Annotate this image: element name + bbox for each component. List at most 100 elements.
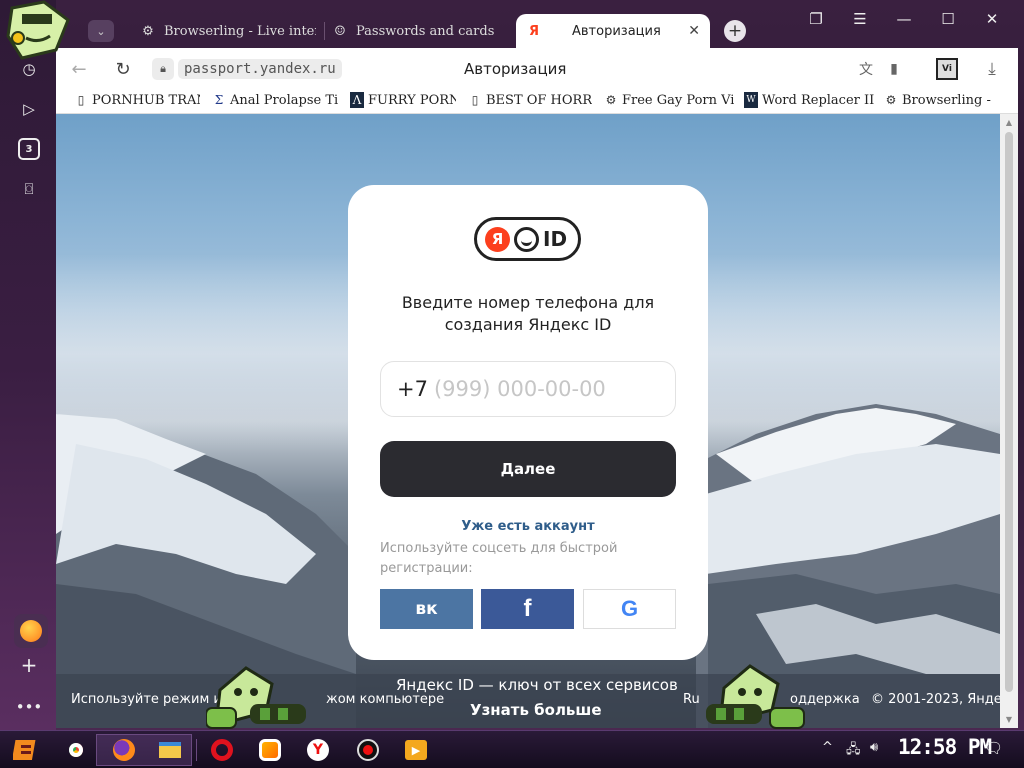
browser-sidebar: ◷ ▷ 3 ⌼ + ••• bbox=[0, 0, 56, 730]
extension-icon[interactable]: Vi bbox=[936, 58, 958, 80]
page-icon: ▯ bbox=[471, 93, 479, 107]
learn-more-link[interactable]: Узнать больше bbox=[470, 701, 602, 719]
google-login-button[interactable]: G bbox=[583, 589, 676, 629]
bookmark-label: PORNHUB TRAN bbox=[92, 92, 200, 108]
lambda-icon: Λ bbox=[350, 92, 364, 108]
bookmark-label: Free Gay Porn Vic bbox=[622, 92, 734, 108]
bookmark-item[interactable]: Λ FURRY PORN bbox=[350, 92, 456, 108]
minimize-icon[interactable]: — bbox=[892, 8, 916, 30]
tab-passwords[interactable]: ☺ Passwords and cards bbox=[332, 14, 512, 48]
scrollbar[interactable]: ▲ ▼ bbox=[1000, 114, 1018, 728]
maximize-icon[interactable]: ☐ bbox=[936, 8, 960, 30]
bookmark-item[interactable]: ▯ BEST OF HORRC bbox=[468, 92, 592, 108]
tab-browserling[interactable]: ⚙ Browserling - Live intera bbox=[140, 14, 316, 48]
play-icon[interactable]: ▷ bbox=[18, 98, 40, 120]
bookmark-label: Browserling - L bbox=[902, 92, 994, 108]
passwords-icon: ☺ bbox=[334, 23, 346, 39]
close-tab-icon[interactable]: ✕ bbox=[688, 23, 700, 39]
volume-icon[interactable]: 🔊︎ bbox=[870, 740, 878, 755]
cartoon-sticker-center bbox=[206, 666, 306, 729]
phone-prefix: +7 bbox=[397, 377, 428, 401]
facebook-icon: f bbox=[523, 595, 532, 622]
logo-id: ID bbox=[543, 227, 568, 251]
menu-icon[interactable]: ☰ bbox=[848, 8, 872, 30]
download-icon[interactable]: ⤓ bbox=[982, 59, 1002, 79]
start-icon[interactable] bbox=[10, 734, 42, 766]
clock[interactable]: 12:58 PM bbox=[898, 735, 992, 759]
tray-chevron-icon[interactable]: ^ bbox=[822, 740, 833, 755]
scroll-down-icon[interactable]: ▼ bbox=[1004, 714, 1014, 724]
scroll-thumb[interactable] bbox=[1005, 132, 1013, 692]
tab-separator bbox=[324, 22, 325, 40]
reload-icon[interactable]: ↻ bbox=[112, 58, 134, 80]
wordreplacer-icon: W bbox=[744, 92, 758, 108]
file-explorer-icon[interactable] bbox=[154, 734, 186, 766]
taskbar-separator bbox=[196, 739, 197, 761]
incognito-hint-right[interactable]: жом компьютере bbox=[326, 692, 444, 707]
have-account-link[interactable]: Уже есть аккаунт bbox=[380, 519, 676, 534]
incognito-hint-left[interactable]: Используйте режим и bbox=[71, 692, 222, 707]
brave-icon[interactable] bbox=[254, 734, 286, 766]
scroll-up-icon[interactable]: ▲ bbox=[1004, 117, 1014, 127]
bookmark-label: Word Replacer II bbox=[762, 92, 874, 108]
alice-icon bbox=[20, 620, 42, 642]
url-text: passport.yandex.ru bbox=[178, 59, 342, 79]
taskbar: Y ▶ ^ 🖧︎ 🔊︎ 12:58 PM 🗨︎ bbox=[0, 730, 1024, 768]
bookmark-item[interactable]: ▯ PORNHUB TRAN bbox=[74, 92, 200, 108]
cartoon-sticker-right bbox=[706, 664, 805, 729]
vk-icon: вк bbox=[415, 599, 438, 619]
bookmark-label: BEST OF HORRC bbox=[486, 92, 592, 108]
translate-icon[interactable]: 文 bbox=[856, 59, 876, 79]
tab-label: Passwords and cards bbox=[356, 23, 495, 39]
page-icon: ▯ bbox=[77, 93, 85, 107]
media-player-icon[interactable]: ▶ bbox=[400, 734, 432, 766]
bookmarks-bar: ▯ PORNHUB TRAN Σ Anal Prolapse Tin Λ FURRY … bbox=[56, 90, 1018, 114]
tab-menu-chevron-icon[interactable]: ⌄ bbox=[88, 20, 114, 42]
bookmark-item[interactable]: Σ Anal Prolapse Tin bbox=[212, 92, 338, 108]
notifications-icon[interactable]: 🗨︎ bbox=[984, 739, 1003, 757]
address-bar: ← ↻ 🔒︎ passport.yandex.ru Авторизация 文 … bbox=[56, 48, 1018, 90]
sidebar-badge-button[interactable]: 3 bbox=[18, 138, 40, 160]
bookmark-label: FURRY PORN bbox=[368, 92, 456, 108]
yandex-icon: Я bbox=[528, 23, 539, 39]
lock-icon[interactable]: 🔒︎ bbox=[152, 58, 174, 80]
bookmark-item[interactable]: ⚙ Free Gay Porn Vic bbox=[604, 92, 734, 108]
gear-icon: ⚙ bbox=[605, 93, 617, 107]
phone-placeholder: (999) 000-00-00 bbox=[433, 377, 606, 401]
cartoon-sticker-topleft bbox=[6, 0, 70, 60]
language-switch[interactable]: Ru bbox=[683, 692, 700, 707]
bookmark-icon[interactable]: ▮ bbox=[884, 59, 904, 79]
page-title: Авторизация bbox=[464, 60, 567, 78]
browser-window: ◷ ▷ 3 ⌼ + ••• ⌄ ⚙ Browserling - Live int… bbox=[0, 0, 1024, 730]
chrome-icon[interactable] bbox=[60, 734, 92, 766]
opera-icon[interactable] bbox=[206, 734, 238, 766]
google-icon: G bbox=[620, 596, 639, 621]
bookmark-label: Anal Prolapse Tin bbox=[230, 92, 338, 108]
new-tab-button[interactable]: + bbox=[724, 20, 746, 42]
social-hint: Используйте соцсеть для быстрой регистра… bbox=[380, 541, 618, 576]
network-icon[interactable]: 🖧︎ bbox=[846, 740, 861, 762]
vk-login-button[interactable]: вк bbox=[380, 589, 473, 629]
tab-authorization[interactable]: Я Авторизация ✕ bbox=[516, 14, 710, 48]
yandex-id-logo: Я ID bbox=[474, 217, 581, 261]
collections-icon[interactable]: ❐ bbox=[804, 8, 828, 30]
smile-icon bbox=[514, 226, 539, 252]
add-panel-icon[interactable]: + bbox=[18, 653, 40, 677]
screenshot-icon[interactable]: ⌼ bbox=[18, 178, 40, 200]
bookmark-item[interactable]: W Word Replacer II bbox=[744, 92, 874, 108]
close-window-icon[interactable]: ✕ bbox=[980, 8, 1004, 30]
alice-assistant-button[interactable] bbox=[14, 614, 48, 648]
tab-label: Browserling - Live intera bbox=[164, 23, 316, 39]
facebook-login-button[interactable]: f bbox=[481, 589, 574, 629]
next-button[interactable]: Далее bbox=[380, 441, 676, 497]
firefox-icon[interactable] bbox=[108, 734, 140, 766]
phone-prompt: Введите номер телефона для создания Янде… bbox=[401, 293, 655, 334]
tab-strip: ⌄ ⚙ Browserling - Live intera ☺ Password… bbox=[56, 0, 1024, 48]
obs-icon[interactable] bbox=[352, 734, 384, 766]
yandex-browser-icon[interactable]: Y bbox=[302, 734, 334, 766]
phone-input[interactable]: +7 (999) 000-00-00 bbox=[380, 361, 676, 417]
page-content: Я ID Введите номер телефона для создания… bbox=[56, 114, 1000, 728]
bookmark-item[interactable]: ⚙ Browserling - L bbox=[884, 92, 994, 108]
more-icon[interactable]: ••• bbox=[16, 696, 43, 718]
url-field[interactable]: 🔒︎ passport.yandex.ru bbox=[152, 57, 342, 81]
